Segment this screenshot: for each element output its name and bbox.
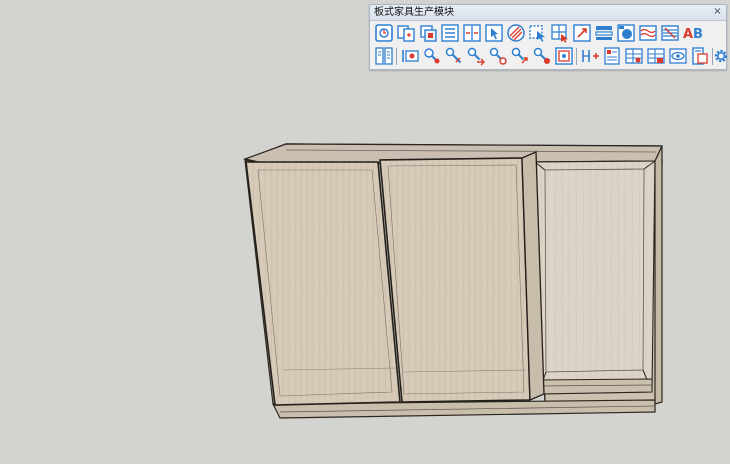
drill-move-icon[interactable] bbox=[466, 46, 486, 66]
grid-cursor-icon[interactable] bbox=[550, 23, 570, 43]
toolbar-title: 板式家具生产模块 bbox=[374, 7, 454, 18]
circle-frame-icon[interactable] bbox=[616, 23, 636, 43]
panel-table-icon[interactable] bbox=[624, 46, 644, 66]
list-icon[interactable] bbox=[440, 23, 460, 43]
export-panel-icon[interactable] bbox=[690, 46, 710, 66]
panel-stack-icon[interactable] bbox=[418, 23, 438, 43]
panel-table-red-icon[interactable] bbox=[646, 46, 666, 66]
toolbar-separator bbox=[396, 48, 397, 65]
toolbar-titlebar[interactable]: 板式家具生产模块 × bbox=[370, 5, 726, 21]
rotate-arrow-icon[interactable] bbox=[572, 23, 592, 43]
panel-copy-icon[interactable] bbox=[396, 23, 416, 43]
split-panel-icon[interactable] bbox=[462, 23, 482, 43]
furniture-production-toolbar[interactable]: 板式家具生产模块 × A B bbox=[369, 4, 728, 70]
eye-view-icon[interactable] bbox=[668, 46, 688, 66]
gear-icon[interactable] bbox=[714, 46, 728, 66]
wave-panel-icon[interactable] bbox=[638, 23, 658, 43]
hatch-icon[interactable] bbox=[506, 23, 526, 43]
svg-text:B: B bbox=[693, 27, 703, 42]
panel-info-icon[interactable] bbox=[374, 23, 394, 43]
hinge-icon[interactable] bbox=[400, 46, 420, 66]
toolbar-separator bbox=[576, 48, 577, 65]
drill-hole-icon[interactable] bbox=[422, 46, 442, 66]
drill-angle-icon[interactable] bbox=[488, 46, 508, 66]
connector-add-icon[interactable] bbox=[580, 46, 600, 66]
svg-text:A: A bbox=[683, 27, 693, 42]
drill-frame-icon[interactable] bbox=[554, 46, 574, 66]
cut-list-icon[interactable] bbox=[602, 46, 622, 66]
book-icon[interactable] bbox=[374, 46, 394, 66]
drill-swap-icon[interactable] bbox=[510, 46, 530, 66]
layers-icon[interactable] bbox=[594, 23, 614, 43]
cursor-select-icon[interactable] bbox=[484, 23, 504, 43]
cabinet-door-right[interactable] bbox=[379, 157, 531, 403]
select-edge-icon[interactable] bbox=[528, 23, 548, 43]
text-ab-icon[interactable]: AB bbox=[682, 23, 706, 43]
drill-delete-icon[interactable] bbox=[532, 46, 552, 66]
close-icon[interactable]: × bbox=[712, 6, 723, 18]
striped-panel-icon[interactable] bbox=[660, 23, 680, 43]
modeling-viewport[interactable]: 板式家具生产模块 × A B bbox=[0, 0, 730, 464]
drill-tool-icon[interactable] bbox=[444, 46, 464, 66]
